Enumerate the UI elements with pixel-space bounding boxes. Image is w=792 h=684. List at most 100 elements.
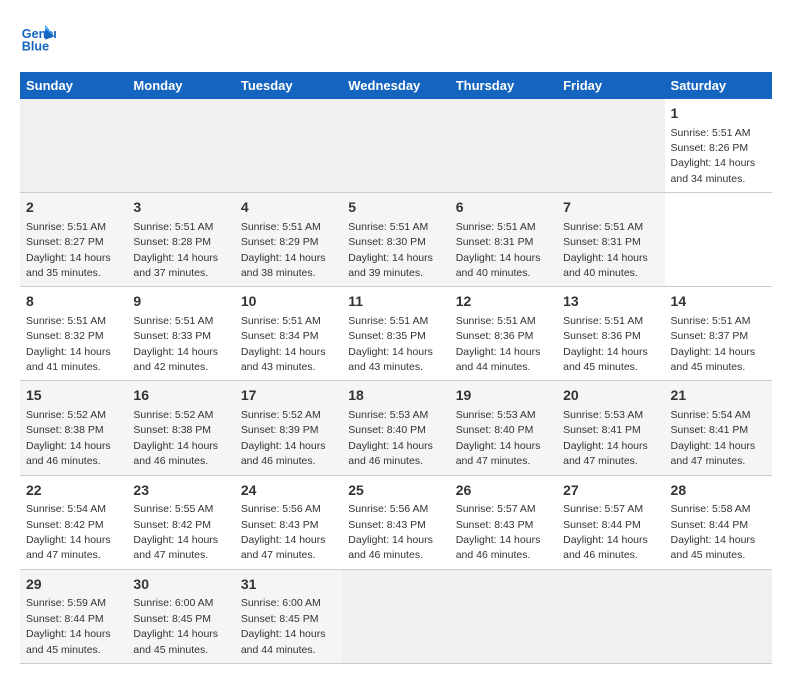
logo: General Blue [20,20,56,56]
day-number: 25 [348,481,443,501]
day-info: Sunrise: 5:56 AMSunset: 8:43 PMDaylight:… [348,503,433,561]
day-cell [235,99,342,193]
day-number: 7 [563,198,658,218]
day-cell: 23 Sunrise: 5:55 AMSunset: 8:42 PMDaylig… [127,475,234,569]
day-cell: 19 Sunrise: 5:53 AMSunset: 8:40 PMDaylig… [450,381,557,475]
day-cell: 8 Sunrise: 5:51 AMSunset: 8:32 PMDayligh… [20,287,127,381]
day-cell: 20 Sunrise: 5:53 AMSunset: 8:41 PMDaylig… [557,381,664,475]
day-cell: 16 Sunrise: 5:52 AMSunset: 8:38 PMDaylig… [127,381,234,475]
day-number: 11 [348,292,443,312]
day-number: 17 [241,386,336,406]
day-number: 28 [671,481,766,501]
header-row: SundayMondayTuesdayWednesdayThursdayFrid… [20,72,772,99]
day-number: 15 [26,386,121,406]
svg-text:Blue: Blue [22,40,49,54]
day-info: Sunrise: 5:51 AMSunset: 8:31 PMDaylight:… [456,221,541,279]
day-cell: 6 Sunrise: 5:51 AMSunset: 8:31 PMDayligh… [450,193,557,287]
day-number: 26 [456,481,551,501]
day-cell [127,99,234,193]
col-saturday: Saturday [665,72,772,99]
day-cell: 31 Sunrise: 6:00 AMSunset: 8:45 PMDaylig… [235,569,342,663]
day-number: 4 [241,198,336,218]
day-info: Sunrise: 5:59 AMSunset: 8:44 PMDaylight:… [26,597,111,655]
col-thursday: Thursday [450,72,557,99]
col-tuesday: Tuesday [235,72,342,99]
day-cell: 30 Sunrise: 6:00 AMSunset: 8:45 PMDaylig… [127,569,234,663]
day-number: 23 [133,481,228,501]
day-number: 22 [26,481,121,501]
col-wednesday: Wednesday [342,72,449,99]
day-info: Sunrise: 5:57 AMSunset: 8:44 PMDaylight:… [563,503,648,561]
day-cell: 3 Sunrise: 5:51 AMSunset: 8:28 PMDayligh… [127,193,234,287]
day-cell: 14 Sunrise: 5:51 AMSunset: 8:37 PMDaylig… [665,287,772,381]
day-number: 16 [133,386,228,406]
day-number: 2 [26,198,121,218]
day-number: 3 [133,198,228,218]
day-info: Sunrise: 5:55 AMSunset: 8:42 PMDaylight:… [133,503,218,561]
logo-icon: General Blue [20,20,56,56]
day-number: 18 [348,386,443,406]
week-row-6: 29 Sunrise: 5:59 AMSunset: 8:44 PMDaylig… [20,569,772,663]
day-number: 5 [348,198,443,218]
day-number: 30 [133,575,228,595]
day-number: 29 [26,575,121,595]
day-info: Sunrise: 5:51 AMSunset: 8:31 PMDaylight:… [563,221,648,279]
day-info: Sunrise: 5:58 AMSunset: 8:44 PMDaylight:… [671,503,756,561]
day-info: Sunrise: 6:00 AMSunset: 8:45 PMDaylight:… [133,597,218,655]
day-info: Sunrise: 5:51 AMSunset: 8:28 PMDaylight:… [133,221,218,279]
day-number: 9 [133,292,228,312]
day-number: 20 [563,386,658,406]
day-info: Sunrise: 5:51 AMSunset: 8:34 PMDaylight:… [241,315,326,373]
day-info: Sunrise: 5:56 AMSunset: 8:43 PMDaylight:… [241,503,326,561]
day-cell: 13 Sunrise: 5:51 AMSunset: 8:36 PMDaylig… [557,287,664,381]
day-info: Sunrise: 5:53 AMSunset: 8:41 PMDaylight:… [563,409,648,467]
day-info: Sunrise: 5:51 AMSunset: 8:33 PMDaylight:… [133,315,218,373]
day-cell: 18 Sunrise: 5:53 AMSunset: 8:40 PMDaylig… [342,381,449,475]
day-cell [450,569,557,663]
day-number: 21 [671,386,766,406]
col-monday: Monday [127,72,234,99]
day-cell: 1 Sunrise: 5:51 AMSunset: 8:26 PMDayligh… [665,99,772,193]
day-cell: 12 Sunrise: 5:51 AMSunset: 8:36 PMDaylig… [450,287,557,381]
day-info: Sunrise: 5:51 AMSunset: 8:37 PMDaylight:… [671,315,756,373]
day-cell: 2 Sunrise: 5:51 AMSunset: 8:27 PMDayligh… [20,193,127,287]
day-cell: 28 Sunrise: 5:58 AMSunset: 8:44 PMDaylig… [665,475,772,569]
day-cell: 5 Sunrise: 5:51 AMSunset: 8:30 PMDayligh… [342,193,449,287]
day-info: Sunrise: 5:53 AMSunset: 8:40 PMDaylight:… [348,409,433,467]
day-info: Sunrise: 6:00 AMSunset: 8:45 PMDaylight:… [241,597,326,655]
day-cell: 7 Sunrise: 5:51 AMSunset: 8:31 PMDayligh… [557,193,664,287]
day-cell: 29 Sunrise: 5:59 AMSunset: 8:44 PMDaylig… [20,569,127,663]
day-info: Sunrise: 5:51 AMSunset: 8:36 PMDaylight:… [456,315,541,373]
day-cell [665,569,772,663]
day-info: Sunrise: 5:51 AMSunset: 8:26 PMDaylight:… [671,127,756,185]
day-info: Sunrise: 5:51 AMSunset: 8:36 PMDaylight:… [563,315,648,373]
day-cell [450,99,557,193]
day-cell [342,569,449,663]
day-cell: 9 Sunrise: 5:51 AMSunset: 8:33 PMDayligh… [127,287,234,381]
day-info: Sunrise: 5:52 AMSunset: 8:38 PMDaylight:… [133,409,218,467]
day-number: 6 [456,198,551,218]
week-row-3: 8 Sunrise: 5:51 AMSunset: 8:32 PMDayligh… [20,287,772,381]
day-cell [557,99,664,193]
day-number: 27 [563,481,658,501]
day-info: Sunrise: 5:51 AMSunset: 8:30 PMDaylight:… [348,221,433,279]
day-info: Sunrise: 5:51 AMSunset: 8:32 PMDaylight:… [26,315,111,373]
day-number: 14 [671,292,766,312]
day-info: Sunrise: 5:51 AMSunset: 8:29 PMDaylight:… [241,221,326,279]
day-number: 12 [456,292,551,312]
day-cell: 10 Sunrise: 5:51 AMSunset: 8:34 PMDaylig… [235,287,342,381]
day-info: Sunrise: 5:51 AMSunset: 8:27 PMDaylight:… [26,221,111,279]
day-info: Sunrise: 5:51 AMSunset: 8:35 PMDaylight:… [348,315,433,373]
day-number: 13 [563,292,658,312]
day-cell: 27 Sunrise: 5:57 AMSunset: 8:44 PMDaylig… [557,475,664,569]
day-cell [342,99,449,193]
day-cell: 11 Sunrise: 5:51 AMSunset: 8:35 PMDaylig… [342,287,449,381]
day-cell [20,99,127,193]
day-number: 19 [456,386,551,406]
day-info: Sunrise: 5:53 AMSunset: 8:40 PMDaylight:… [456,409,541,467]
col-sunday: Sunday [20,72,127,99]
day-info: Sunrise: 5:52 AMSunset: 8:39 PMDaylight:… [241,409,326,467]
day-number: 1 [671,104,766,124]
day-number: 8 [26,292,121,312]
day-cell: 17 Sunrise: 5:52 AMSunset: 8:39 PMDaylig… [235,381,342,475]
